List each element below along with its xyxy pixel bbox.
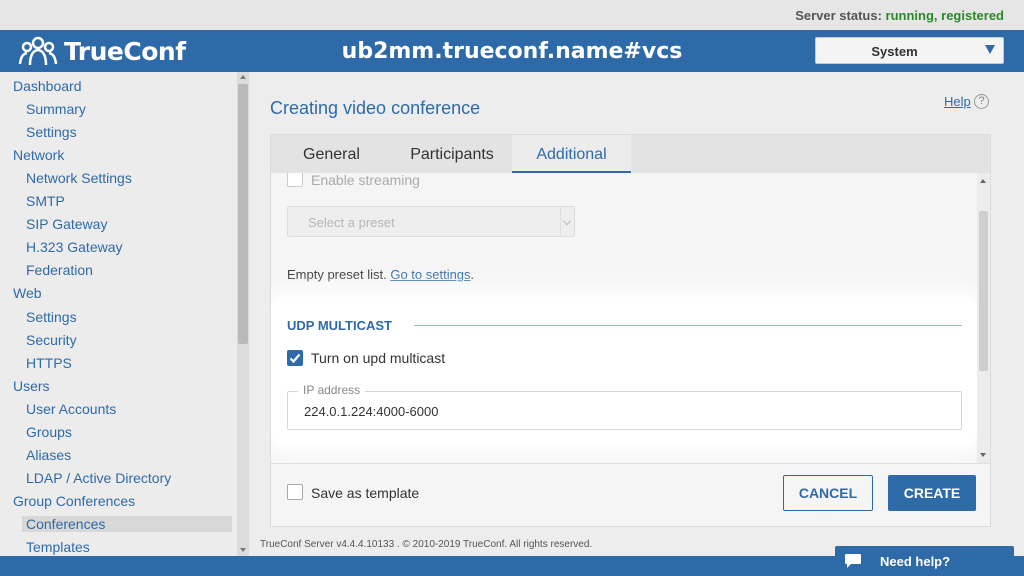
sidebar-item-settings[interactable]: Settings bbox=[26, 124, 77, 140]
empty-preset-suffix: . bbox=[470, 267, 475, 282]
sidebar-item-https[interactable]: HTTPS bbox=[26, 355, 72, 371]
need-help-button[interactable]: Need help? bbox=[835, 546, 1014, 576]
empty-preset-note: Empty preset list. Go to settings. bbox=[287, 267, 474, 282]
cancel-button[interactable]: CANCEL bbox=[783, 475, 873, 511]
sidebar-item-sip-gateway[interactable]: SIP Gateway bbox=[26, 216, 107, 232]
conference-form-card: General Participants Additional Enable s… bbox=[270, 134, 991, 527]
sidebar-item-ldap-active-directory[interactable]: LDAP / Active Directory bbox=[26, 470, 171, 486]
logo-text: TrueConf bbox=[64, 36, 186, 66]
server-status-label: Server status: bbox=[795, 8, 882, 23]
sidebar-item-dashboard[interactable]: Dashboard bbox=[13, 78, 82, 94]
ip-address-field[interactable]: IP address 224.0.1.224:4000-6000 bbox=[287, 383, 962, 430]
section-divider bbox=[414, 325, 962, 326]
udp-multicast-checkbox[interactable] bbox=[287, 350, 303, 366]
tab-participants[interactable]: Participants bbox=[392, 135, 512, 173]
sidebar-item-settings[interactable]: Settings bbox=[26, 309, 77, 325]
chevron-down-icon bbox=[560, 207, 574, 236]
save-template-checkbox[interactable] bbox=[287, 484, 303, 500]
sidebar-item-groups[interactable]: Groups bbox=[26, 424, 72, 440]
scroll-up-icon[interactable] bbox=[980, 179, 986, 183]
users-logo-icon bbox=[18, 36, 58, 66]
chat-icon bbox=[845, 554, 861, 568]
enable-streaming-label: Enable streaming bbox=[311, 173, 420, 188]
tab-content: Enable streaming Select a preset Empty p… bbox=[271, 173, 977, 463]
main-panel: Creating video conference Help ? General… bbox=[250, 72, 1024, 556]
sidebar-item-network[interactable]: Network bbox=[13, 147, 64, 163]
go-to-settings-link[interactable]: Go to settings bbox=[390, 267, 470, 282]
sidebar-item-security[interactable]: Security bbox=[26, 332, 77, 348]
save-template-label: Save as template bbox=[311, 485, 420, 501]
sidebar-item-group-conferences[interactable]: Group Conferences bbox=[13, 493, 135, 509]
form-footer: Save as template CANCEL CREATE bbox=[271, 463, 990, 526]
scroll-down-icon[interactable] bbox=[980, 453, 986, 457]
preset-select[interactable]: Select a preset bbox=[287, 206, 575, 237]
sidebar-item-summary[interactable]: Summary bbox=[26, 101, 86, 117]
content-scrollbar[interactable] bbox=[977, 173, 990, 463]
sidebar-item-web[interactable]: Web bbox=[13, 285, 42, 301]
system-select[interactable]: System bbox=[815, 37, 1004, 64]
server-status-value: running, registered bbox=[885, 8, 1004, 23]
sidebar-item-templates[interactable]: Templates bbox=[26, 539, 90, 555]
chevron-down-icon bbox=[985, 45, 995, 54]
status-bar: Server status: running, registered bbox=[0, 0, 1024, 30]
sidebar-item-federation[interactable]: Federation bbox=[26, 262, 93, 278]
ip-address-value[interactable]: 224.0.1.224:4000-6000 bbox=[304, 404, 438, 419]
tab-additional[interactable]: Additional bbox=[512, 135, 631, 173]
create-button[interactable]: CREATE bbox=[888, 475, 976, 511]
scrollbar-thumb[interactable] bbox=[238, 84, 248, 344]
ip-address-legend: IP address bbox=[298, 383, 366, 397]
page-title: Creating video conference bbox=[270, 98, 481, 118]
copyright-text: TrueConf Server v4.4.4.10133 . © 2010-20… bbox=[260, 539, 593, 550]
sidebar-item-h-323-gateway[interactable]: H.323 Gateway bbox=[26, 239, 123, 255]
sidebar-scrollbar[interactable] bbox=[237, 72, 249, 556]
tab-bar: General Participants Additional bbox=[271, 135, 990, 173]
empty-preset-text: Empty preset list. bbox=[287, 267, 387, 282]
app-header: TrueConf ub2mm.trueconf.name#vcs System bbox=[0, 30, 1024, 72]
sidebar-item-user-accounts[interactable]: User Accounts bbox=[26, 401, 116, 417]
sidebar-item-network-settings[interactable]: Network Settings bbox=[26, 170, 132, 186]
udp-multicast-title: UDP MULTICAST bbox=[287, 318, 392, 333]
help-icon[interactable]: ? bbox=[974, 94, 989, 109]
need-help-label: Need help? bbox=[880, 554, 951, 569]
help-link[interactable]: Help bbox=[944, 94, 971, 109]
sidebar-item-users[interactable]: Users bbox=[13, 378, 50, 394]
preset-select-placeholder: Select a preset bbox=[308, 215, 395, 230]
scroll-down-icon[interactable] bbox=[240, 548, 246, 552]
sidebar-item-smtp[interactable]: SMTP bbox=[26, 193, 65, 209]
system-select-value: System bbox=[871, 44, 918, 59]
tab-general[interactable]: General bbox=[271, 135, 392, 173]
sidebar-nav: Dashboard Summary Settings Network Network S… bbox=[0, 72, 250, 556]
enable-streaming-checkbox[interactable] bbox=[287, 173, 303, 187]
trueconf-logo[interactable]: TrueConf bbox=[18, 34, 186, 68]
sidebar-item-conferences[interactable]: Conferences bbox=[22, 515, 232, 532]
sidebar-item-aliases[interactable]: Aliases bbox=[26, 447, 71, 463]
scrollbar-thumb[interactable] bbox=[979, 211, 988, 371]
udp-multicast-label: Turn on upd multicast bbox=[311, 350, 446, 366]
check-icon bbox=[289, 353, 301, 364]
scroll-up-icon[interactable] bbox=[240, 75, 246, 79]
server-status: Server status: running, registered bbox=[795, 8, 1004, 23]
